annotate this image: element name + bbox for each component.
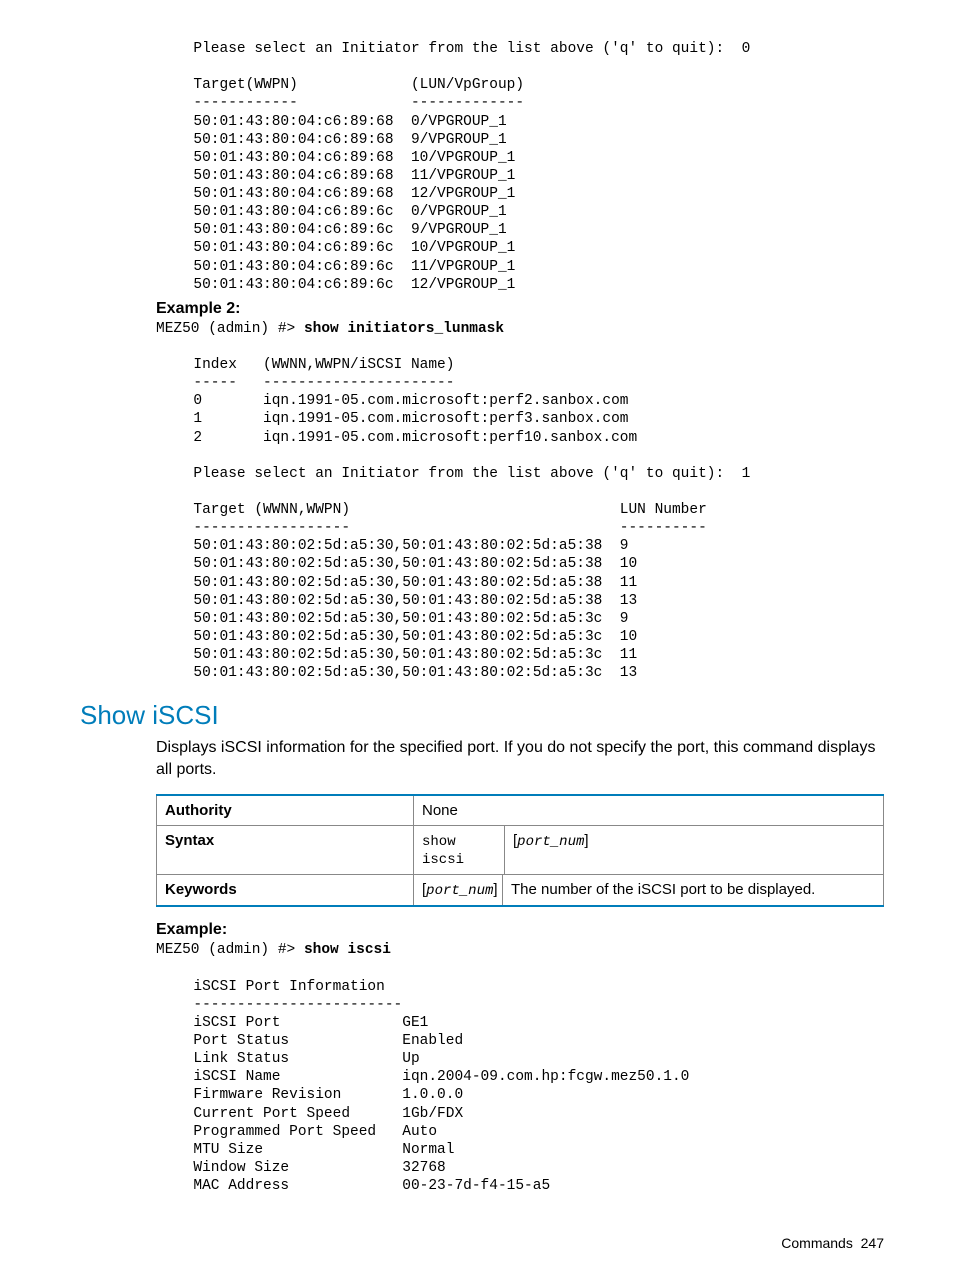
example-2-prompt: MEZ50 (admin) #> show initiators_lunmask <box>80 320 884 338</box>
keywords-description: The number of the iSCSI port to be displ… <box>503 875 823 905</box>
keywords-label: Keywords <box>157 875 414 907</box>
terminal-output-block-3: iSCSI Port Information -----------------… <box>80 960 884 1196</box>
table-row-syntax: Syntax show iscsi [port_num] <box>157 826 884 875</box>
authority-value: None <box>414 795 884 826</box>
footer-section-label: Commands <box>781 1235 853 1251</box>
command-reference-table: Authority None Syntax show iscsi [port_n… <box>156 794 884 907</box>
example-2-heading: Example 2: <box>80 300 884 318</box>
section-title-show-iscsi: Show iSCSI <box>80 700 884 731</box>
terminal-output-block-2: Index (WWNN,WWPN/iSCSI Name) ----- -----… <box>80 338 884 682</box>
page-footer: Commands 247 <box>80 1235 884 1251</box>
syntax-label: Syntax <box>157 826 414 875</box>
terminal-output-block-1: Please select an Initiator from the list… <box>80 40 884 294</box>
example-3-prompt: MEZ50 (admin) #> show iscsi <box>80 941 884 959</box>
prompt-command: show initiators_lunmask <box>304 321 504 337</box>
prompt-prefix: MEZ50 (admin) #> <box>156 942 304 958</box>
authority-label: Authority <box>157 795 414 826</box>
keywords-argument: [port_num] <box>414 875 503 905</box>
prompt-prefix: MEZ50 (admin) #> <box>156 321 304 337</box>
syntax-argument: [port_num] <box>505 826 884 875</box>
table-row-keywords: Keywords [port_num] The number of the iS… <box>157 875 884 907</box>
footer-page-number: 247 <box>861 1235 884 1251</box>
table-row-authority: Authority None <box>157 795 884 826</box>
section-description: Displays iSCSI information for the speci… <box>80 737 884 780</box>
keywords-cell: [port_num] The number of the iSCSI port … <box>414 875 884 907</box>
syntax-command: show iscsi <box>414 826 505 875</box>
example-3-heading: Example: <box>80 921 884 939</box>
prompt-command: show iscsi <box>304 942 391 958</box>
